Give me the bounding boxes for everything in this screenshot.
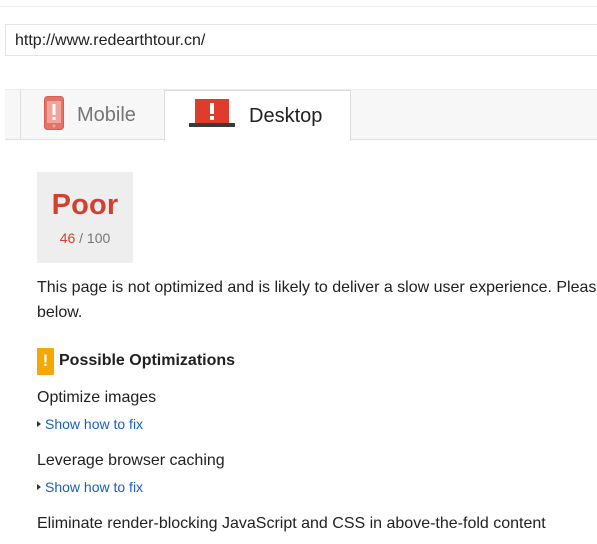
show-how-to-fix-link-caching[interactable]: Show how to fix xyxy=(37,479,143,495)
optimization-item-optimize-images: Optimize images xyxy=(37,389,157,406)
optimization-item-browser-caching: Leverage browser caching xyxy=(37,452,225,469)
score-value: 46 xyxy=(59,230,76,246)
tab-mobile[interactable]: Mobile xyxy=(20,90,165,140)
score-line: 46 / 100 xyxy=(37,230,133,246)
optimizations-heading-text: Possible Optimizations xyxy=(59,352,236,369)
optimization-item-render-blocking: Eliminate render-blocking JavaScript and… xyxy=(37,515,546,532)
tab-desktop[interactable]: Desktop xyxy=(164,90,351,141)
summary-line-1: This page is not optimized and is likely… xyxy=(37,279,597,296)
show-how-to-fix-label: Show how to fix xyxy=(45,479,144,495)
pagespeed-page: http://www.redearthtour.cn/ Mobile Deskt… xyxy=(0,0,597,544)
score-grade: Poor xyxy=(51,189,119,221)
possible-optimizations-heading: ! Possible Optimizations xyxy=(37,347,235,375)
summary-line-2: below. xyxy=(37,304,83,321)
top-toolbar-edge xyxy=(0,0,597,7)
url-input[interactable]: http://www.redearthtour.cn/ xyxy=(5,24,597,56)
tab-mobile-label: Mobile xyxy=(77,103,136,126)
score-card: Poor 46 / 100 xyxy=(37,172,133,263)
score-max: / 100 xyxy=(79,230,111,246)
mobile-phone-warning-icon xyxy=(44,95,64,135)
triangle-right-icon xyxy=(37,484,41,490)
desktop-monitor-warning-icon xyxy=(189,98,235,134)
show-how-to-fix-link-images[interactable]: Show how to fix xyxy=(37,416,143,432)
summary-text: This page is not optimized and is likely… xyxy=(37,275,597,325)
tab-desktop-label: Desktop xyxy=(249,104,323,127)
exclamation-warning-icon: ! xyxy=(37,347,54,375)
show-how-to-fix-label: Show how to fix xyxy=(45,416,144,432)
triangle-right-icon xyxy=(37,421,41,427)
device-tabs: Mobile Desktop xyxy=(5,89,597,141)
